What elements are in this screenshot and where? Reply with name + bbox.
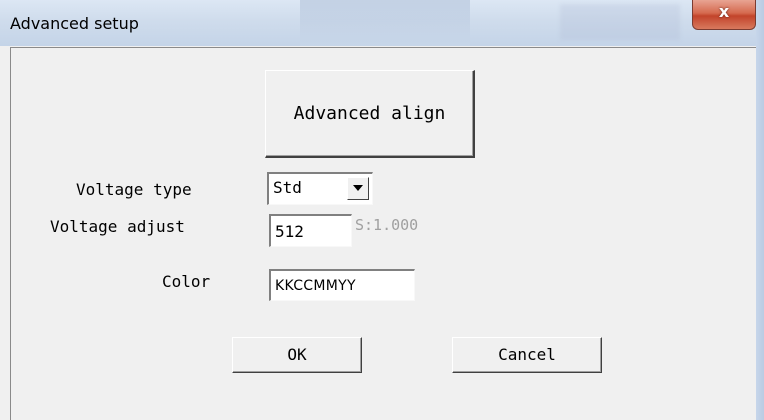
cancel-button[interactable]: Cancel <box>452 337 602 373</box>
title-bar[interactable]: Advanced setup x <box>0 0 764 46</box>
window-title: Advanced setup <box>10 14 139 33</box>
close-icon: x <box>718 2 730 21</box>
voltage-type-select[interactable]: Std <box>267 172 373 205</box>
close-button[interactable]: x <box>692 0 756 30</box>
color-label: Color <box>162 272 211 291</box>
dropdown-button[interactable] <box>347 177 369 200</box>
window-frame <box>756 0 764 420</box>
voltage-scale-hint: S:1.000 <box>355 216 419 234</box>
voltage-type-label: Voltage type <box>76 180 192 199</box>
voltage-type-value: Std <box>273 178 302 197</box>
titlebar-glass <box>560 4 680 40</box>
voltage-adjust-input[interactable]: 512 <box>269 214 352 247</box>
titlebar-glass <box>300 0 470 46</box>
color-input[interactable]: KKCCMMYY <box>269 269 415 301</box>
advanced-align-button[interactable]: Advanced align <box>265 70 475 158</box>
ok-button[interactable]: OK <box>232 337 362 373</box>
chevron-down-icon <box>353 185 363 191</box>
voltage-adjust-label: Voltage adjust <box>50 217 185 236</box>
